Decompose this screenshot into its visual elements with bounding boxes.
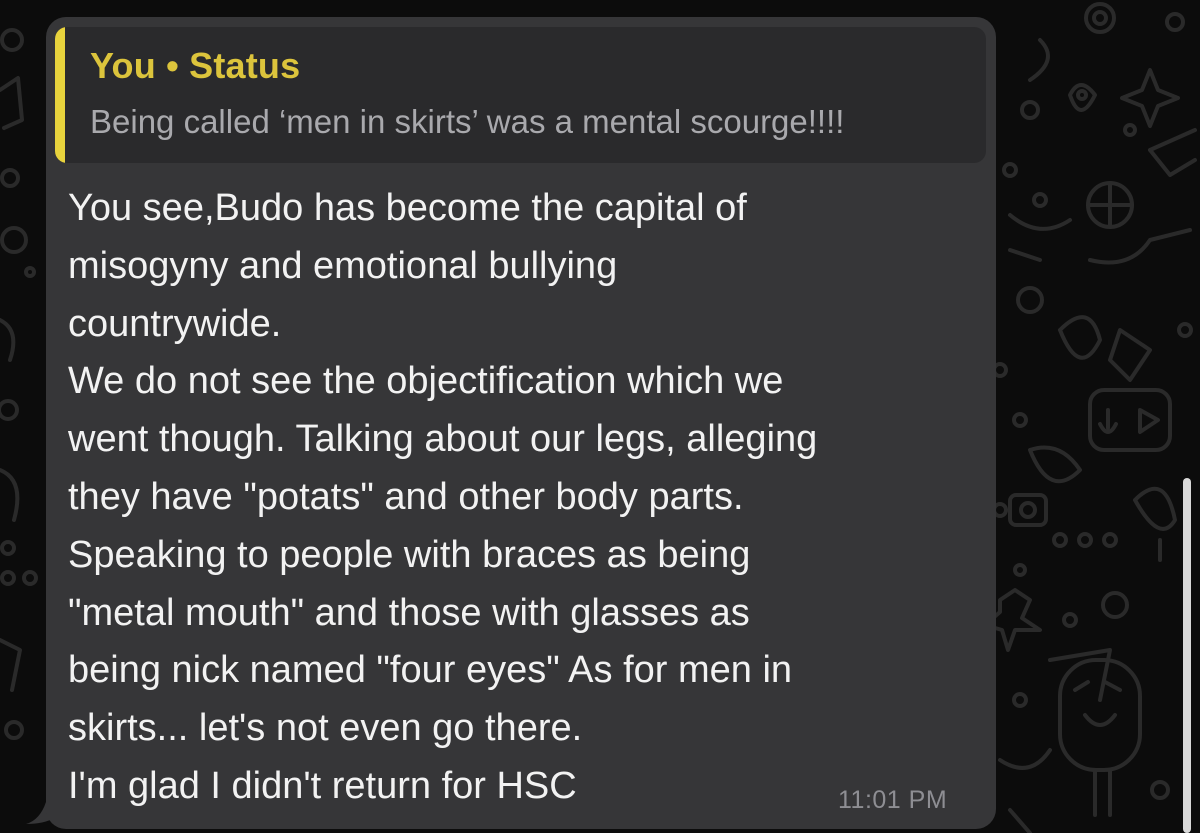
message-line: Speaking to people with braces as being [68,533,751,576]
quoted-status-reply[interactable]: You • Status Being called ‘men in skirts… [55,27,986,163]
message-line: they have "potats" and other body parts. [68,475,744,518]
quote-accent-bar [55,27,65,163]
scrollbar[interactable] [1183,478,1191,833]
message-timestamp: 11:01 PM [838,786,948,814]
message-line: "metal mouth" and those with glasses as [68,591,750,634]
message-line: misogyny and emotional bullying [68,244,618,287]
quote-author: You • Status [90,45,301,86]
message-line: We do not see the objectification which … [68,360,784,403]
message-line: being nick named "four eyes" As for men … [68,649,793,692]
message-line: You see,Budo has become the capital of [68,187,747,229]
message-line: skirts... let's not even go there. [68,707,583,750]
message-text: You see,Budo has become the capital of m… [68,180,978,816]
message-line: countrywide. [68,302,282,345]
message-line: went though. Talking about our legs, all… [68,418,818,461]
quote-text: Being called ‘men in skirts’ was a menta… [90,103,845,140]
chat-screen: You • Status Being called ‘men in skirts… [0,0,1200,833]
